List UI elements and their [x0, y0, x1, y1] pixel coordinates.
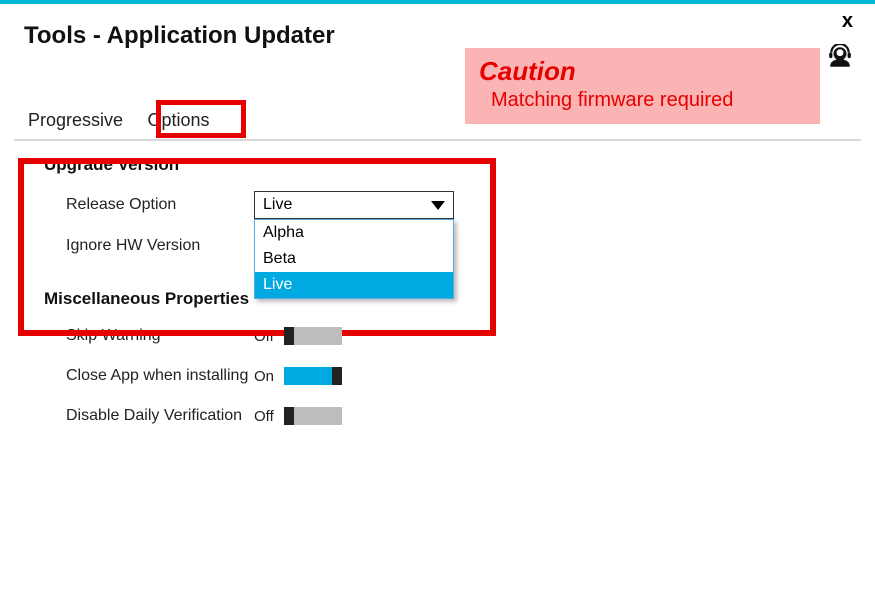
row-disable-daily: Disable Daily Verification Off — [44, 407, 875, 425]
close-button[interactable]: x — [842, 10, 853, 33]
header: Tools - Application Updater — [0, 4, 875, 50]
toggle-close-app[interactable] — [284, 367, 342, 385]
release-option-select-wrap: Live Alpha Beta Live — [254, 191, 454, 219]
caution-title: Caution — [479, 56, 806, 87]
release-option-select[interactable]: Live — [254, 191, 454, 219]
content-area: Upgrade Version Release Option Live Alph… — [0, 141, 875, 425]
dropdown-item-beta[interactable]: Beta — [255, 246, 453, 272]
dropdown-item-alpha[interactable]: Alpha — [255, 220, 453, 246]
label-ignore-hw: Ignore HW Version — [44, 237, 254, 255]
row-skip-warning: Skip Warning Off — [44, 327, 875, 345]
chevron-down-icon — [431, 201, 445, 210]
label-close-app: Close App when installing — [44, 367, 254, 385]
tab-progressive[interactable]: Progressive — [24, 108, 131, 137]
toggle-handle-icon — [332, 367, 342, 385]
row-ignore-hw: Ignore HW Version — [44, 237, 875, 255]
label-disable-daily: Disable Daily Verification — [44, 407, 254, 425]
toggle-handle-icon — [284, 407, 294, 425]
toggle-handle-icon — [284, 327, 294, 345]
section-upgrade-version: Upgrade Version — [44, 155, 875, 175]
label-skip-warning: Skip Warning — [44, 327, 254, 345]
support-agent-icon[interactable] — [827, 44, 853, 70]
tab-bar: Progressive Options — [24, 108, 875, 137]
dropdown-item-live[interactable]: Live — [255, 272, 453, 298]
toggle-skip-warning[interactable] — [284, 327, 342, 345]
page-title: Tools - Application Updater — [24, 22, 851, 50]
label-release-option: Release Option — [44, 196, 254, 214]
release-option-value: Live — [263, 196, 292, 214]
tab-options[interactable]: Options — [144, 108, 218, 137]
state-close-app: On — [254, 368, 284, 385]
release-option-dropdown: Alpha Beta Live — [254, 219, 454, 299]
toggle-disable-daily[interactable] — [284, 407, 342, 425]
state-skip-warning: Off — [254, 328, 284, 345]
state-disable-daily: Off — [254, 408, 284, 425]
section-misc-props: Miscellaneous Properties — [44, 289, 875, 309]
row-close-app: Close App when installing On — [44, 367, 875, 385]
row-release-option: Release Option Live Alpha Beta Live — [44, 191, 875, 219]
